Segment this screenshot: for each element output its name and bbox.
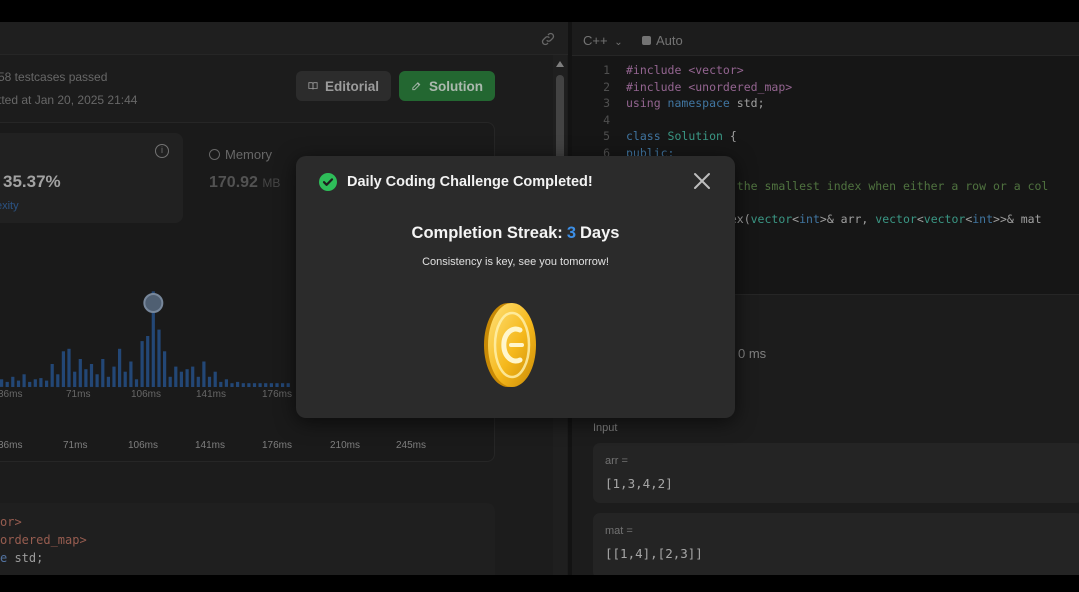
check-circle-icon xyxy=(319,173,337,191)
streak-label: Completion Streak: xyxy=(411,224,563,242)
gold-coin-icon xyxy=(484,303,536,387)
challenge-completed-modal: Daily Coding Challenge Completed! Comple… xyxy=(296,156,735,418)
streak-unit: Days xyxy=(580,224,620,242)
app-frame: 58 testcases passed tted at Jan 20, 2025… xyxy=(0,22,1079,575)
close-icon[interactable] xyxy=(693,172,711,190)
completion-streak: Completion Streak: 3 Days xyxy=(296,224,735,243)
modal-title: Daily Coding Challenge Completed! xyxy=(347,174,593,190)
modal-message: Consistency is key, see you tomorrow! xyxy=(422,256,609,268)
streak-days: 3 xyxy=(566,224,576,242)
